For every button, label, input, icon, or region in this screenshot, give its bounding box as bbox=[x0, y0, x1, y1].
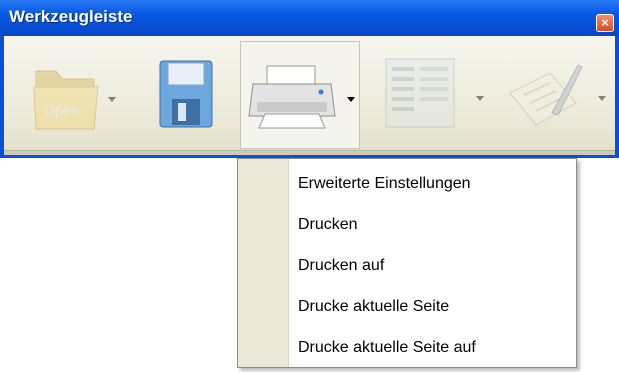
edit-dropdown-arrow-icon[interactable] bbox=[598, 96, 606, 101]
print-dropdown-menu: Erweiterte Einstellungen Drucken Drucken… bbox=[237, 158, 577, 368]
print-button[interactable] bbox=[240, 41, 360, 149]
document-pen-icon bbox=[509, 64, 583, 126]
menu-icon-gutter bbox=[238, 159, 289, 367]
toolbar-window: Werkzeugleiste × Open bbox=[0, 0, 619, 158]
window-titlebar[interactable]: Werkzeugleiste × bbox=[0, 0, 619, 36]
menu-item-print-current-page[interactable]: Drucke aktuelle Seite bbox=[298, 290, 568, 324]
toolbar-bottom-edge bbox=[4, 150, 615, 155]
floppy-disk-icon bbox=[159, 60, 213, 128]
preview-dropdown-arrow-icon[interactable] bbox=[476, 96, 484, 101]
open-dropdown-arrow-icon[interactable] bbox=[108, 97, 116, 102]
page-preview-icon bbox=[385, 58, 455, 128]
menu-item-print[interactable]: Drucken bbox=[298, 208, 568, 242]
close-button[interactable]: × bbox=[596, 14, 614, 32]
menu-item-advanced-settings[interactable]: Erweiterte Einstellungen bbox=[298, 167, 568, 201]
menu-item-print-to[interactable]: Drucken auf bbox=[298, 249, 568, 283]
save-button[interactable] bbox=[152, 41, 220, 149]
preview-button[interactable] bbox=[378, 41, 488, 149]
printer-icon bbox=[248, 65, 336, 129]
print-dropdown-arrow-icon[interactable] bbox=[347, 97, 355, 102]
folder-icon: Open bbox=[33, 70, 99, 130]
open-button-label: Open bbox=[44, 102, 78, 118]
edit-button[interactable] bbox=[498, 41, 608, 149]
window-title: Werkzeugleiste bbox=[9, 7, 133, 26]
menu-item-print-current-page-to[interactable]: Drucke aktuelle Seite auf bbox=[298, 331, 568, 365]
toolbar: Open bbox=[4, 36, 615, 154]
open-button[interactable]: Open bbox=[30, 41, 120, 149]
close-icon: × bbox=[601, 15, 609, 30]
